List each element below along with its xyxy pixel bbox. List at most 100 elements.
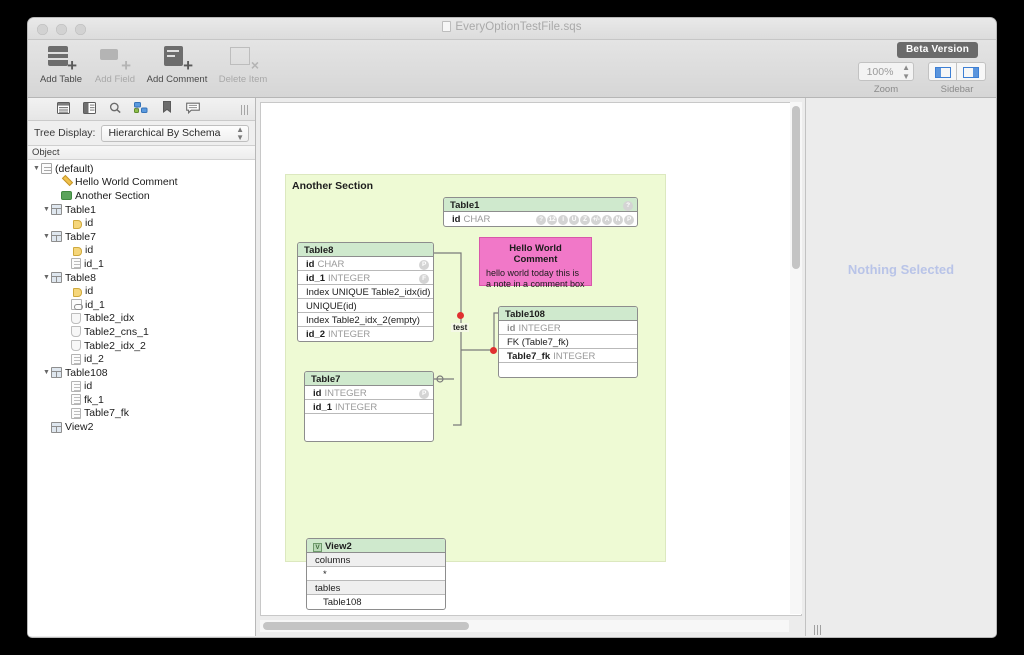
columns-view-icon[interactable]: [76, 98, 102, 121]
tree-item-table7-fk[interactable]: Table7_fk: [28, 407, 255, 421]
tree-item-id-2[interactable]: id_2: [28, 352, 255, 366]
tree-item-id-1[interactable]: id_1: [28, 298, 255, 312]
badge-signed[interactable]: +/-: [591, 215, 601, 225]
table-row[interactable]: id_1INTEGER F: [298, 271, 433, 285]
tree-display-select[interactable]: Hierarchical By Schema ▲▼: [101, 125, 249, 142]
tree-item-default[interactable]: ▼ (default): [28, 162, 255, 176]
add-field-button[interactable]: + Add Field: [88, 42, 142, 85]
table-icon: [51, 272, 62, 283]
view-row-tables-label[interactable]: tables: [307, 581, 445, 595]
diagram-table-table108[interactable]: Table108 idINTEGER FK (Table7_fk) Table7…: [498, 306, 638, 378]
view-row-column[interactable]: *: [307, 567, 445, 581]
badge-notnull[interactable]: N: [613, 215, 623, 225]
diagram-view-view2[interactable]: VView2 columns * tables Table108: [306, 538, 446, 610]
table-row[interactable]: idCHAR ?12IUZ+/-ANP: [444, 212, 637, 226]
badge-zerofill[interactable]: Z: [580, 215, 590, 225]
tree-item-label: (default): [55, 163, 94, 175]
tree-item-id[interactable]: id: [28, 216, 255, 230]
table-row[interactable]: FK (Table7_fk): [499, 335, 637, 349]
tree-item-id[interactable]: id: [28, 244, 255, 258]
table-row[interactable]: idINTEGER P: [305, 386, 433, 400]
table-option-badge[interactable]: ?: [623, 201, 633, 211]
tree-twisty-open-icon[interactable]: ▼: [42, 206, 51, 213]
hierarchy-view-icon[interactable]: [128, 98, 154, 121]
tree-item-id[interactable]: id: [28, 284, 255, 298]
zoom-stepper[interactable]: 100% ▲▼: [858, 62, 914, 81]
badge-autoincrement[interactable]: A: [602, 215, 612, 225]
badge-nullable[interactable]: ?: [536, 215, 546, 225]
bookmark-icon[interactable]: [154, 98, 180, 121]
tree-twisty-open-icon[interactable]: ▼: [42, 369, 51, 376]
table-row-empty[interactable]: [499, 363, 637, 377]
table-row[interactable]: idCHAR P: [298, 257, 433, 271]
tree-item-label: id_1: [85, 299, 105, 311]
object-tree[interactable]: ▼ (default)Hello World CommentAnother Sec…: [28, 160, 255, 636]
view-name: View2: [325, 541, 352, 552]
tree-item-id[interactable]: id: [28, 380, 255, 394]
badge-unique[interactable]: U: [569, 215, 579, 225]
table-row[interactable]: Index Table2_idx_2(empty): [298, 313, 433, 327]
tree-twisty-open-icon[interactable]: ▼: [32, 165, 41, 172]
comment-box[interactable]: Hello World Comment hello world today th…: [479, 237, 592, 286]
diagram-table-table8[interactable]: Table8 idCHAR P id_1INTEGER F Index UNIQ…: [297, 242, 434, 342]
tree-item-id-1[interactable]: id_1: [28, 257, 255, 271]
add-comment-button[interactable]: + Add Comment: [142, 42, 212, 85]
tree-twisty-open-icon[interactable]: ▼: [42, 274, 51, 281]
badge-index[interactable]: I: [558, 215, 568, 225]
tree-item-label: Table1: [65, 204, 96, 216]
relationship-node[interactable]: [457, 312, 464, 319]
tree-item-another-section[interactable]: Another Section: [28, 189, 255, 203]
search-icon[interactable]: [102, 98, 128, 121]
canvas-horizontal-scroll-thumb[interactable]: [263, 622, 469, 630]
stepper-arrows-icon[interactable]: ▲▼: [902, 63, 910, 81]
tree-column-header: Object: [28, 146, 255, 160]
comment-icon[interactable]: [180, 98, 206, 121]
view-row-table[interactable]: Table108: [307, 595, 445, 609]
tree-item-fk-1[interactable]: fk_1: [28, 393, 255, 407]
view-row-columns-label[interactable]: columns: [307, 553, 445, 567]
badge-primarykey[interactable]: P: [419, 260, 429, 270]
tree-item-table2-idx[interactable]: Table2_idx: [28, 312, 255, 326]
table-row[interactable]: id_2INTEGER: [298, 327, 433, 341]
key-icon: [71, 218, 82, 229]
table-name: Table8: [304, 245, 333, 256]
tree-item-table8[interactable]: ▼Table8: [28, 271, 255, 285]
relationship-label: test: [451, 323, 469, 332]
diagram-table-table1[interactable]: Table1 ? idCHAR ?12IUZ+/-ANP: [443, 197, 638, 227]
toggle-right-sidebar-button[interactable]: [957, 62, 986, 81]
table-row-empty[interactable]: [305, 414, 433, 441]
diagram-table-table7[interactable]: Table7 idINTEGER P id_1INTEGER: [304, 371, 434, 442]
list-view-icon[interactable]: [50, 98, 76, 121]
relationship-node[interactable]: [490, 347, 497, 354]
toggle-left-sidebar-button[interactable]: [928, 62, 957, 81]
tree-item-table1[interactable]: ▼ Table1: [28, 203, 255, 217]
tree-item-hello-world-comment[interactable]: Hello World Comment: [28, 176, 255, 190]
tree-item-table2-cns-1[interactable]: Table2_cns_1: [28, 325, 255, 339]
badge-foreignkey[interactable]: F: [419, 274, 429, 284]
section-icon: [61, 191, 72, 200]
table-row[interactable]: UNIQUE(id): [298, 299, 433, 313]
table-row[interactable]: idINTEGER: [499, 321, 637, 335]
delete-item-button[interactable]: × Delete Item: [212, 42, 274, 85]
tree-item-label: Table108: [65, 367, 108, 379]
inspector-resize-grip-icon[interactable]: [814, 622, 826, 632]
add-table-button[interactable]: + Add Table: [34, 42, 88, 85]
resize-grip-icon[interactable]: [241, 105, 250, 115]
table-row[interactable]: id_1INTEGER: [305, 400, 433, 414]
section-title: Another Section: [292, 180, 373, 192]
tree-item-view2[interactable]: View2: [28, 420, 255, 434]
table-row[interactable]: Index UNIQUE Table2_idx(id): [298, 285, 433, 299]
badge-primarykey[interactable]: P: [419, 389, 429, 399]
section-another-section[interactable]: Another Section test: [285, 174, 666, 562]
table-row[interactable]: Table7_fkINTEGER: [499, 349, 637, 363]
tree-item-table108[interactable]: ▼ Table108: [28, 366, 255, 380]
canvas-vertical-scroll-thumb[interactable]: [792, 106, 800, 269]
diagram-canvas[interactable]: Another Section test: [260, 102, 802, 616]
tree-item-label: Another Section: [75, 190, 150, 202]
tree-item-table2-idx-2[interactable]: Table2_idx_2: [28, 339, 255, 353]
tree-item-label: Table7_fk: [84, 407, 129, 419]
badge-length[interactable]: 12: [547, 215, 557, 225]
tree-twisty-open-icon[interactable]: ▼: [42, 233, 51, 240]
badge-primarykey[interactable]: P: [624, 215, 634, 225]
tree-item-table7[interactable]: ▼Table7: [28, 230, 255, 244]
